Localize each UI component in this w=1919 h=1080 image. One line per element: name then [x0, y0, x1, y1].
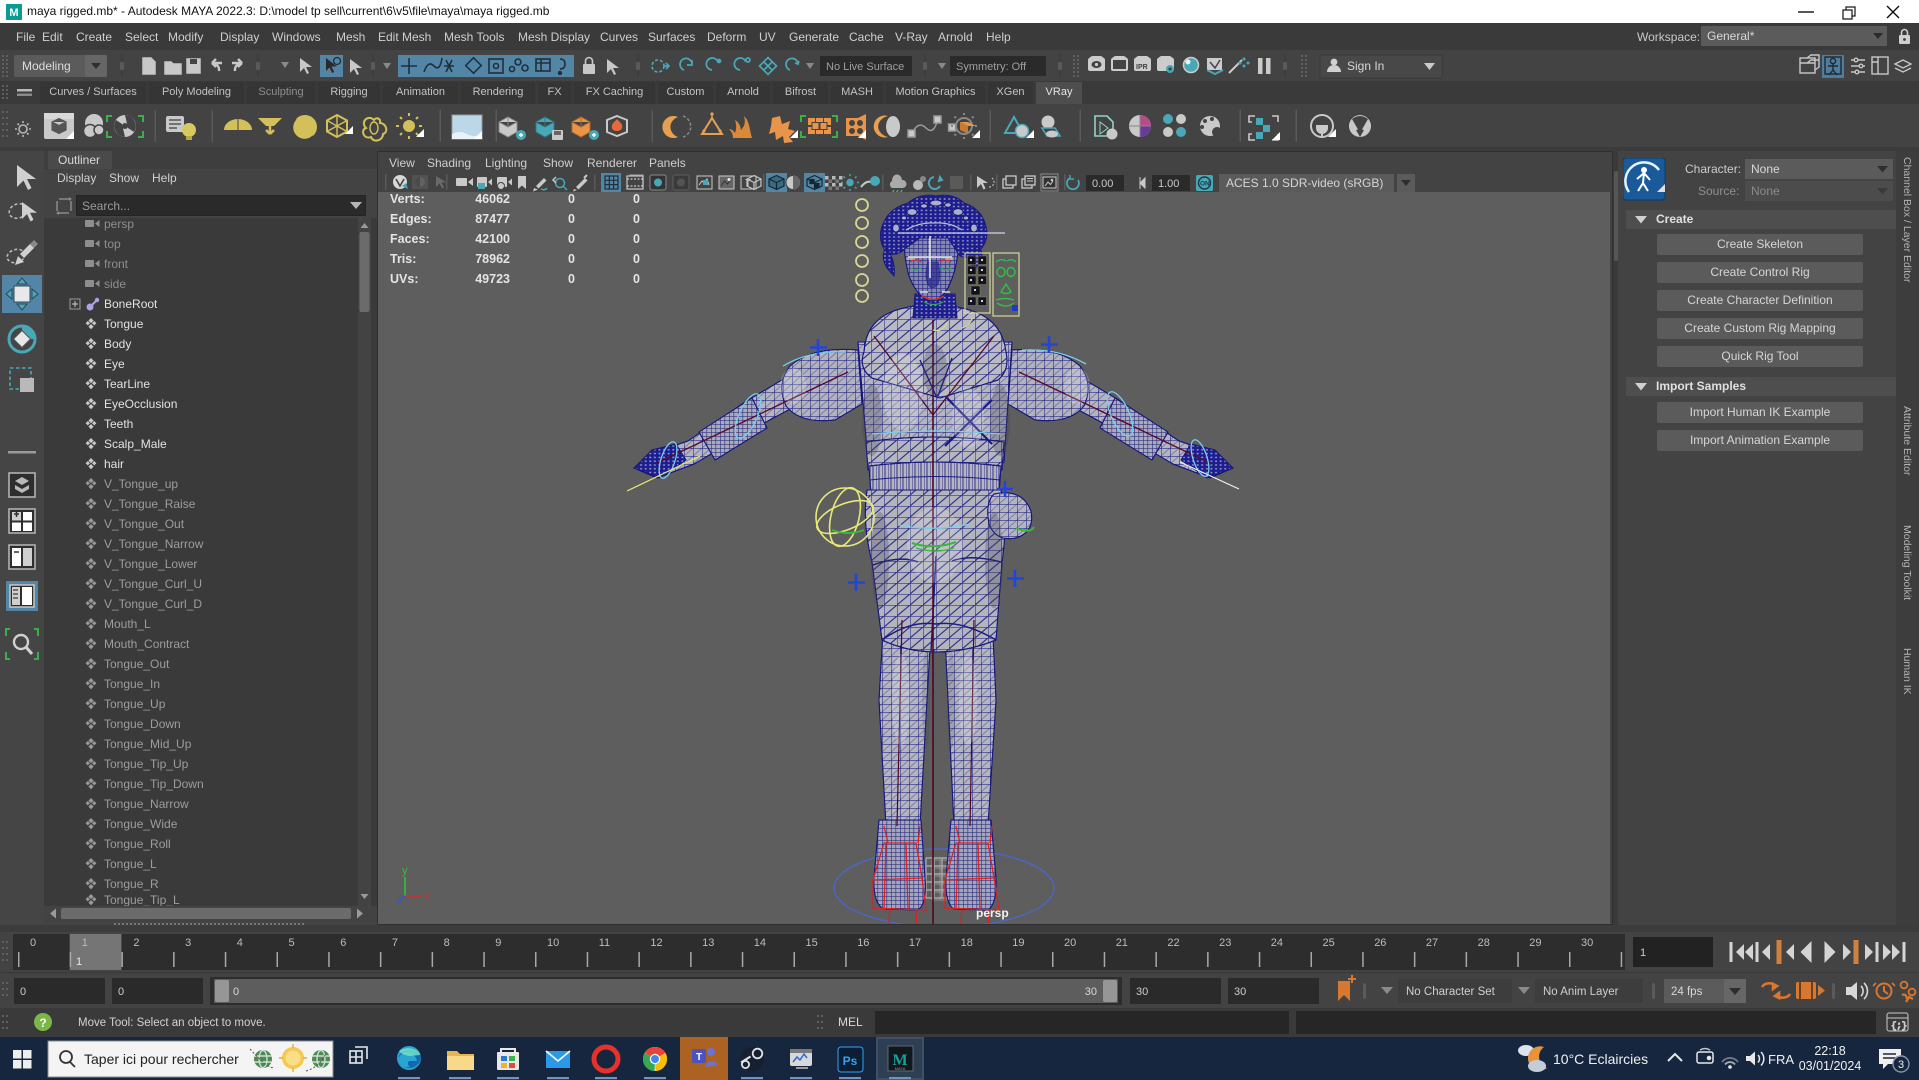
svg-text:0: 0	[633, 272, 640, 286]
svg-text:29: 29	[1529, 937, 1541, 949]
svg-text:23: 23	[1219, 937, 1231, 949]
svg-text:9: 9	[495, 937, 501, 949]
svg-text:26: 26	[1374, 937, 1386, 949]
svg-text:0: 0	[30, 937, 36, 949]
svg-text:MEL: MEL	[838, 1015, 863, 1029]
svg-text:No Live Surface: No Live Surface	[826, 61, 904, 73]
svg-text:0: 0	[118, 986, 124, 998]
svg-text:Sign In: Sign In	[1347, 59, 1384, 73]
svg-text:IPR: IPR	[1136, 64, 1148, 71]
svg-text:No Character Set: No Character Set	[1406, 986, 1496, 998]
svg-text:Move Tool: Select an object to: Move Tool: Select an object to move.	[78, 1017, 266, 1029]
svg-text:Symmetry: Off: Symmetry: Off	[956, 61, 1027, 73]
svg-text:FRA: FRA	[1768, 1052, 1794, 1067]
svg-text:7: 7	[392, 937, 398, 949]
svg-text:22: 22	[1167, 937, 1179, 949]
svg-text:M: M	[9, 7, 18, 19]
svg-text:10°C Eclaircies: 10°C Eclaircies	[1553, 1051, 1648, 1067]
svg-text:persp: persp	[976, 906, 1009, 920]
svg-text:0: 0	[633, 212, 640, 226]
svg-text:15: 15	[806, 937, 818, 949]
svg-text:8: 8	[444, 937, 450, 949]
svg-text:46062: 46062	[475, 192, 510, 206]
svg-text:?: ?	[39, 1016, 46, 1030]
svg-text:1: 1	[1640, 947, 1646, 959]
svg-text:0: 0	[633, 252, 640, 266]
svg-text:18: 18	[961, 937, 973, 949]
svg-text:30: 30	[1581, 937, 1593, 949]
svg-text:3: 3	[185, 937, 191, 949]
svg-text:11: 11	[599, 937, 610, 949]
svg-text:0: 0	[568, 212, 575, 226]
svg-text:13: 13	[702, 937, 714, 949]
svg-text:03/01/2024: 03/01/2024	[1799, 1059, 1862, 1073]
svg-text:6: 6	[340, 937, 346, 949]
svg-text:22:18: 22:18	[1814, 1044, 1845, 1058]
svg-text:0: 0	[568, 272, 575, 286]
svg-text:3: 3	[1898, 1059, 1904, 1071]
svg-text:0: 0	[633, 192, 640, 206]
svg-text:87477: 87477	[475, 212, 510, 226]
svg-text:1.00: 1.00	[1158, 178, 1179, 190]
svg-text:30: 30	[1234, 986, 1246, 998]
svg-text:MAYA: MAYA	[895, 1066, 906, 1071]
svg-text:0: 0	[233, 986, 239, 998]
svg-text:0: 0	[568, 232, 575, 246]
svg-text:Faces:: Faces:	[390, 232, 430, 246]
svg-text:0: 0	[20, 986, 26, 998]
svg-text:14: 14	[754, 937, 766, 949]
svg-text:4: 4	[237, 937, 243, 949]
svg-text:0: 0	[568, 192, 575, 206]
svg-text:30: 30	[1085, 986, 1097, 998]
svg-text:UVs:: UVs:	[390, 272, 418, 286]
svg-text:5: 5	[289, 937, 295, 949]
svg-text:20: 20	[1064, 937, 1076, 949]
svg-text:ON: ON	[1200, 181, 1210, 188]
svg-text:0: 0	[633, 232, 640, 246]
svg-text:19: 19	[1012, 937, 1024, 949]
svg-text:24: 24	[1271, 937, 1283, 949]
svg-text:30: 30	[1136, 986, 1148, 998]
svg-text:0.00: 0.00	[1092, 178, 1113, 190]
svg-text:1: 1	[76, 956, 82, 968]
svg-text:21: 21	[1116, 937, 1128, 949]
svg-text:12: 12	[650, 937, 662, 949]
svg-text:Edges:: Edges:	[390, 212, 432, 226]
svg-text:x: x	[424, 891, 430, 903]
svg-text:ACES 1.0 SDR-video (sRGB): ACES 1.0 SDR-video (sRGB)	[1226, 176, 1383, 190]
svg-text:17: 17	[909, 937, 921, 949]
svg-text:25: 25	[1323, 937, 1335, 949]
svg-text:Tris:: Tris:	[390, 252, 416, 266]
svg-text:16: 16	[857, 937, 869, 949]
svg-text:28: 28	[1478, 937, 1490, 949]
svg-text:42100: 42100	[475, 232, 510, 246]
svg-text:{;}: {;}	[1891, 1021, 1907, 1031]
svg-text:No Anim Layer: No Anim Layer	[1543, 986, 1619, 998]
svg-text:24 fps: 24 fps	[1671, 986, 1703, 998]
svg-text:27: 27	[1426, 937, 1438, 949]
svg-text:y: y	[402, 865, 408, 877]
svg-text:Modeling: Modeling	[22, 59, 71, 73]
svg-text:Verts:: Verts:	[390, 192, 425, 206]
svg-text:2: 2	[133, 937, 139, 949]
svg-text:78962: 78962	[475, 252, 510, 266]
svg-text:1: 1	[82, 937, 88, 949]
svg-text:10: 10	[547, 937, 559, 949]
svg-text:49723: 49723	[475, 272, 510, 286]
svg-text:Ps: Ps	[843, 1054, 858, 1068]
svg-text:0: 0	[568, 252, 575, 266]
svg-text:Taper ici pour rechercher: Taper ici pour rechercher	[84, 1051, 239, 1067]
svg-text:T: T	[696, 1052, 702, 1063]
